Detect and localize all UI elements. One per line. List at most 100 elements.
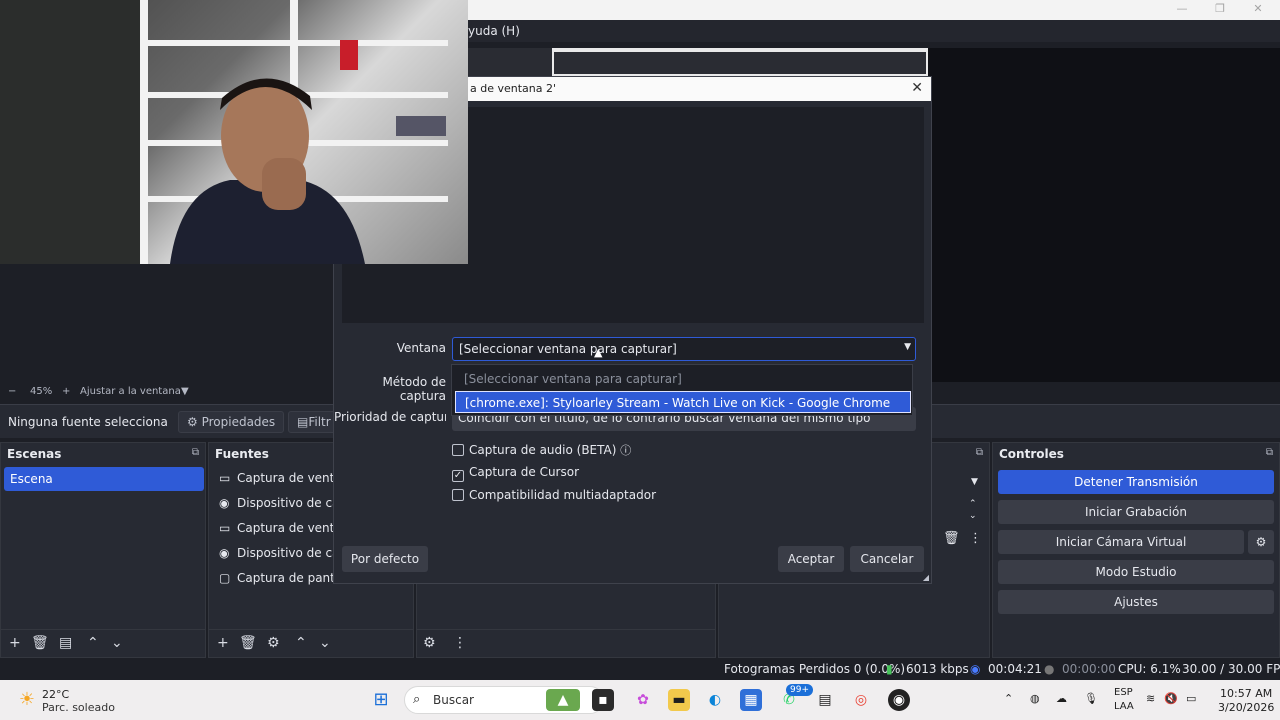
move-down-icon[interactable]: ⌄ [111,635,123,651]
scenes-title: Escenas [7,447,62,461]
cloud-off-icon[interactable]: ☁ [1056,692,1067,705]
source-item[interactable]: ◉ Dispositivo de capt [219,496,352,518]
checkbox-box [452,489,464,501]
filter-icon: ▤ [297,415,309,429]
dropped-frames: Fotogramas Perdidos 0 (0.0%) [724,662,906,676]
search-icon: ⌕ [413,692,421,707]
fit-window-select[interactable]: Ajustar a la ventana [80,386,181,397]
mouse-cursor-icon: ▲ [594,346,603,359]
multiadapter-checkbox[interactable]: Compatibilidad multiadaptador [452,488,656,502]
window-select[interactable]: [Seleccionar ventana para capturar] ▼ [452,337,916,361]
start-virtual-camera-button[interactable]: Iniciar Cámara Virtual [998,530,1244,554]
more-options-icon[interactable]: ⋮ [969,531,982,546]
windows-start-icon[interactable]: ⊞ [370,689,392,711]
filters-button[interactable]: ▤Filtr [288,411,338,433]
notification-badge: 99+ [786,684,813,696]
scenes-toolbar: + 🗑 ▤ ⌃ ⌄ [1,629,205,657]
trash-icon[interactable]: 🗑 [943,531,960,546]
language-indicator[interactable]: ESP [1114,687,1133,698]
properties-button[interactable]: ⚙ Propiedades [178,411,285,433]
window-dropdown-list: [Seleccionar ventana para capturar] [chr… [451,364,913,416]
studio-mode-button[interactable]: Modo Estudio [998,560,1274,584]
obs-icon[interactable]: ◉ [888,689,910,711]
gear-icon: ⚙ [1255,535,1267,549]
resize-grip-icon[interactable]: ◢ [923,573,929,582]
mixer-toolbar: ⚙ ⋮ [417,629,715,657]
weather-text: Parc. soleado [42,701,115,714]
speaker-muted-icon[interactable]: 🔇 [1164,692,1178,705]
task-view-icon[interactable]: ▪ [592,689,614,711]
filters-label: Filtr [308,415,331,429]
add-source-icon[interactable]: + [217,635,229,651]
stream-time: 00:04:21 [988,662,1042,676]
wifi-icon[interactable]: ≋ [1146,692,1155,705]
edge-icon[interactable]: ◐ [704,689,726,711]
weather-icon[interactable]: ☀ [16,689,38,711]
fps: 30.00 / 30.00 FPS [1182,662,1280,676]
dropdown-option-selected[interactable]: [chrome.exe]: Styloarley Stream - Watch … [455,391,911,413]
sources-toolbar: + 🗑 ⚙ ⌃ ⌄ [209,629,413,657]
ok-button[interactable]: Aceptar [778,546,844,572]
move-down-icon[interactable]: ⌄ [319,635,331,651]
chrome-icon[interactable]: ◎ [850,689,872,711]
close-icon[interactable]: ✕ [911,80,923,96]
search-placeholder: Buscar [433,693,474,707]
defaults-button[interactable]: Por defecto [342,546,428,572]
chevron-up-icon[interactable]: ⌃ [1004,692,1013,705]
float-dock-icon[interactable]: ⧉ [1266,447,1273,458]
chevron-down-icon[interactable]: ▼ [971,477,978,487]
cancel-button[interactable]: Cancelar [850,546,924,572]
settings-button[interactable]: Ajustes [998,590,1274,614]
calculator-icon[interactable]: ▤ [814,689,836,711]
multiadapter-label: Compatibilidad multiadaptador [469,488,657,502]
stepper-down-icon[interactable]: ⌄ [969,511,977,521]
monitor-icon: ▢ [219,571,231,585]
source-item[interactable]: ◉ Dispositivo de capt [219,546,352,568]
float-dock-icon[interactable]: ⧉ [192,447,199,458]
zoom-out-button[interactable]: − [8,386,16,397]
minimize-icon[interactable]: — [1172,2,1192,18]
file-explorer-icon[interactable]: ▬ [668,689,690,711]
windows-taskbar: ☀ 22°C Parc. soleado ⊞ ⌕ Buscar ▲ ▪ ✿ ▬ … [0,680,1280,720]
help-icon[interactable]: ⓘ [620,444,631,457]
cpu-usage: CPU: 6.1% [1118,662,1181,676]
scene-item[interactable]: Escena [4,467,204,491]
clock-date: 3/20/2026 [1218,701,1275,714]
cursor-capture-checkbox[interactable]: ✓ Captura de Cursor [452,465,579,482]
widgets-icon[interactable]: ▲ [546,689,580,711]
maximize-icon[interactable]: ❐ [1210,2,1230,18]
battery-icon[interactable]: ▭ [1186,692,1196,705]
move-up-icon[interactable]: ⌃ [87,635,99,651]
temperature: 22°C [42,688,70,701]
more-options-icon[interactable]: ⋮ [453,635,467,651]
microphone-icon[interactable]: 🎙 [1084,692,1098,705]
stop-streaming-button[interactable]: Detener Transmisión [998,470,1274,494]
filter-icon[interactable]: ▤ [59,635,72,651]
stepper-up-icon[interactable]: ⌃ [969,499,977,509]
nested-preview [468,48,928,76]
gear-icon[interactable]: ⚙ [267,635,280,651]
window-select-value: [Seleccionar ventana para capturar] [459,342,677,356]
chevron-down-icon[interactable]: ▼ [181,386,189,397]
trash-icon[interactable]: 🗑 [239,635,257,651]
menu-help[interactable]: yuda (H) [468,24,520,38]
close-window-icon[interactable]: ✕ [1248,2,1268,18]
move-up-icon[interactable]: ⌃ [295,635,307,651]
zoom-in-button[interactable]: + [62,386,70,397]
sources-title: Fuentes [215,447,269,461]
trash-icon[interactable]: 🗑 [31,635,49,651]
zoom-level: 45% [30,386,53,397]
virtual-camera-settings-button[interactable]: ⚙ [1248,530,1274,554]
clock-time[interactable]: 10:57 AM [1220,687,1272,700]
float-dock-icon[interactable]: ⧉ [976,447,983,458]
copilot-icon[interactable]: ✿ [632,689,654,711]
start-recording-button[interactable]: Iniciar Grabación [998,500,1274,524]
webcam-overlay [0,0,468,264]
dropdown-option[interactable]: [Seleccionar ventana para capturar] [455,368,911,390]
controls-title: Controles [999,447,1064,461]
advanced-audio-icon[interactable]: ⚙ [423,635,436,651]
audio-capture-checkbox[interactable]: Captura de audio (BETA) ⓘ [452,442,631,458]
tray-app-icon[interactable]: ◍ [1030,692,1040,705]
add-scene-icon[interactable]: + [9,635,21,651]
store-icon[interactable]: ▦ [740,689,762,711]
